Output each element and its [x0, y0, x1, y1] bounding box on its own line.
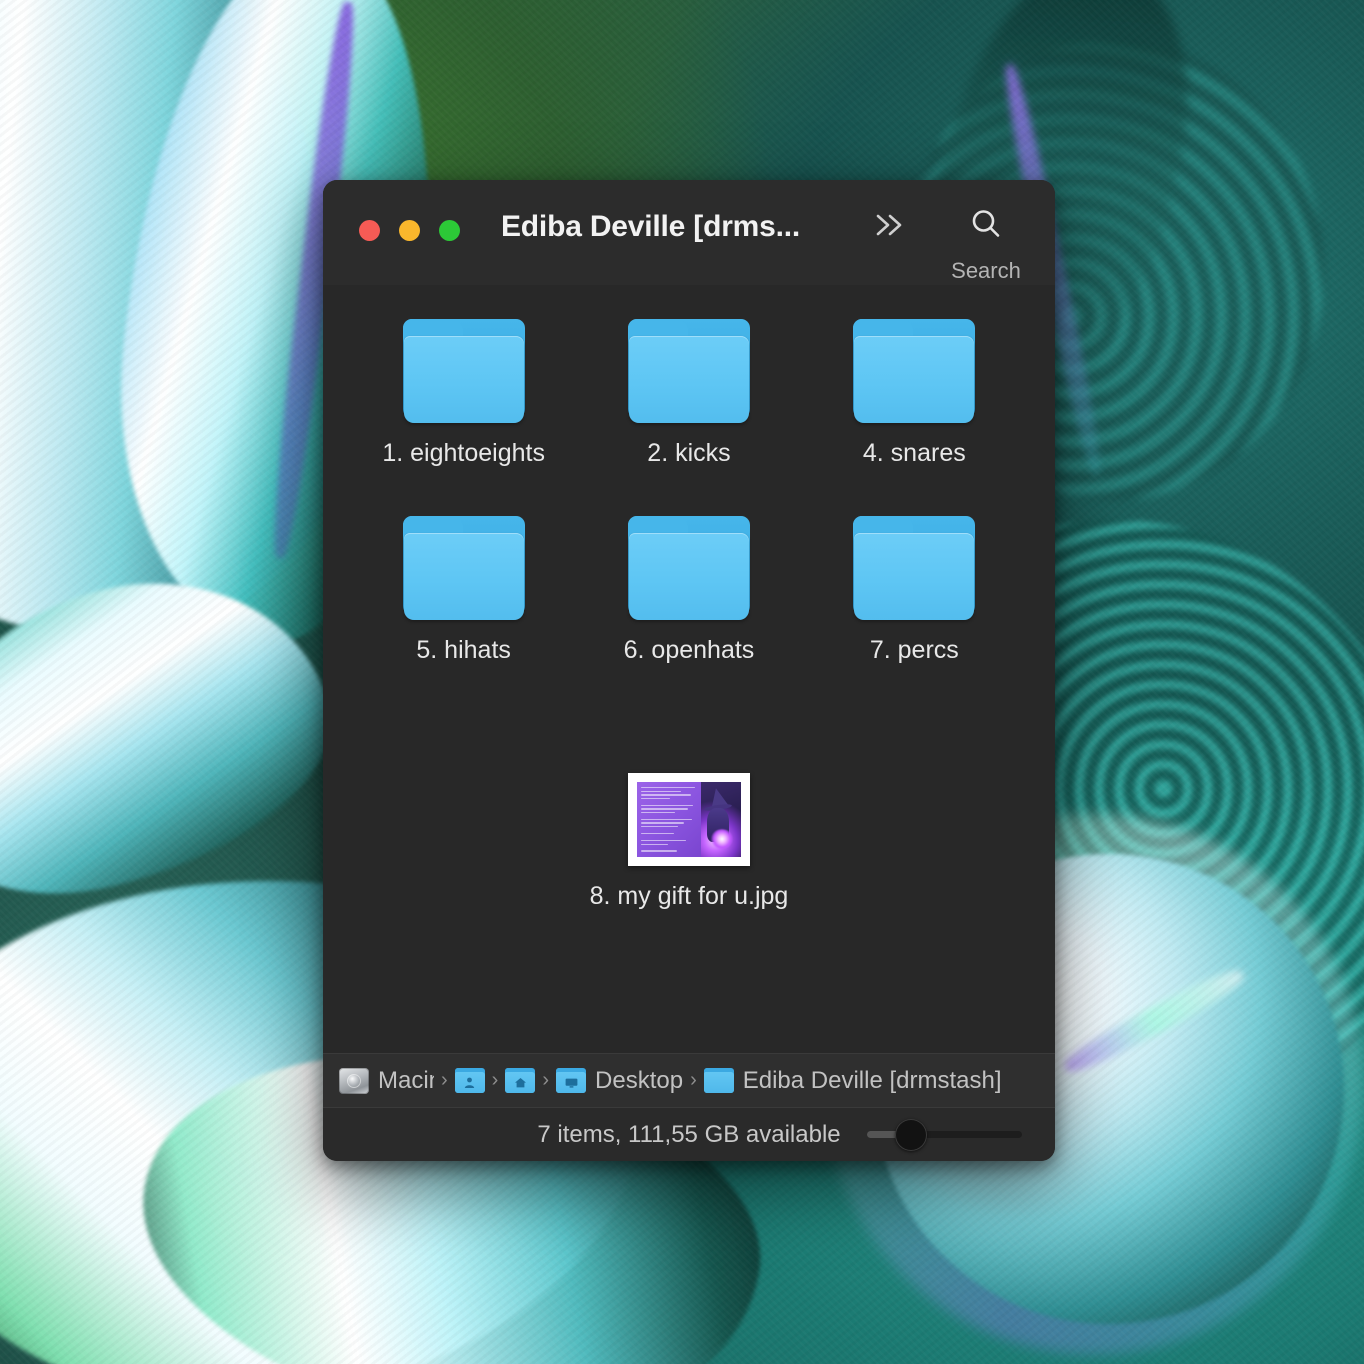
window-title: Ediba Deville [drms...: [501, 210, 800, 244]
file-item-label: 5. hihats: [416, 634, 511, 667]
icon-size-slider[interactable]: [867, 1122, 1022, 1148]
folder-icon: [704, 1068, 734, 1093]
breadcrumb-item-current-folder[interactable]: Ediba Deville [drmstash]: [704, 1067, 1002, 1095]
image-thumbnail: [628, 748, 750, 866]
monitor-glyph-icon: [564, 1076, 579, 1089]
file-item-label: 1. eightoeights: [382, 437, 545, 470]
file-item-folder[interactable]: 4. snares: [809, 301, 1019, 470]
folder-icon: [403, 502, 525, 620]
breadcrumb-label: Ediba Deville [drmstash]: [743, 1067, 1002, 1095]
house-glyph-icon: [514, 1076, 527, 1089]
breadcrumb-item-home[interactable]: [505, 1068, 535, 1093]
magnifier-icon: [969, 207, 1003, 241]
minimize-button[interactable]: [399, 220, 420, 241]
breadcrumb-item-users[interactable]: [455, 1068, 485, 1093]
file-item-label: 4. snares: [863, 437, 966, 470]
home-folder-icon: [505, 1068, 535, 1093]
file-grid-row-3: 8. my gift for u.jpg: [351, 744, 1027, 913]
desktop-wallpaper: Ediba Deville [drms... Searc: [0, 0, 1364, 1364]
file-browser-area[interactable]: 1. eightoeights 2. kicks 4. snares: [323, 285, 1055, 1053]
file-item-folder[interactable]: 2. kicks: [584, 301, 794, 470]
close-button[interactable]: [359, 220, 380, 241]
file-item-label: 8. my gift for u.jpg: [590, 880, 789, 913]
folder-icon: [628, 502, 750, 620]
more-toolbar-items-button[interactable]: [867, 202, 913, 248]
breadcrumb-item-desktop[interactable]: Desktop: [556, 1067, 683, 1095]
breadcrumb: Macin › ›: [323, 1053, 1055, 1107]
breadcrumb-separator: ›: [542, 1069, 549, 1092]
file-item-folder[interactable]: 7. percs: [809, 498, 1019, 667]
folder-icon: [853, 305, 975, 423]
file-item-label: 2. kicks: [647, 437, 730, 470]
chevron-double-right-icon: [873, 212, 907, 238]
slider-knob[interactable]: [895, 1119, 927, 1151]
file-item-image[interactable]: 8. my gift for u.jpg: [584, 744, 794, 913]
file-item-folder[interactable]: 1. eightoeights: [359, 301, 569, 470]
wallpaper-iridescent-edge-3: [1060, 963, 1249, 1080]
breadcrumb-separator: ›: [492, 1069, 499, 1092]
breadcrumb-label: Macin: [378, 1067, 434, 1095]
finder-window: Ediba Deville [drms... Searc: [323, 180, 1055, 1161]
search-toolbar-item[interactable]: Search: [939, 202, 1033, 284]
toolbar-right-group: Search: [867, 202, 1033, 284]
person-glyph-icon: [463, 1076, 476, 1089]
wallpaper-chrome-lobe: [0, 544, 359, 927]
thumbnail-wizard-artwork: [701, 782, 741, 857]
traffic-light-group: [359, 220, 460, 241]
breadcrumb-separator: ›: [690, 1069, 697, 1092]
window-titlebar: Ediba Deville [drms... Searc: [323, 180, 1055, 285]
file-item-label: 6. openhats: [624, 634, 755, 667]
hard-disk-icon: [339, 1068, 369, 1094]
status-bar: 7 items, 111,55 GB available: [323, 1107, 1055, 1161]
search-icon[interactable]: [963, 202, 1009, 246]
desktop-folder-icon: [556, 1068, 586, 1093]
breadcrumb-label: Desktop: [595, 1067, 683, 1095]
folder-icon: [403, 305, 525, 423]
file-item-folder[interactable]: 6. openhats: [584, 498, 794, 667]
search-label: Search: [951, 258, 1021, 284]
file-item-folder[interactable]: 5. hihats: [359, 498, 569, 667]
users-folder-icon: [455, 1068, 485, 1093]
breadcrumb-item-macintosh-hd[interactable]: Macin: [339, 1067, 434, 1095]
folder-icon: [853, 502, 975, 620]
thumbnail-text-panel: [637, 782, 701, 857]
file-grid: 1. eightoeights 2. kicks 4. snares: [351, 301, 1027, 666]
zoom-button[interactable]: [439, 220, 460, 241]
breadcrumb-separator: ›: [441, 1069, 448, 1092]
file-item-label: 7. percs: [870, 634, 959, 667]
folder-icon: [628, 305, 750, 423]
